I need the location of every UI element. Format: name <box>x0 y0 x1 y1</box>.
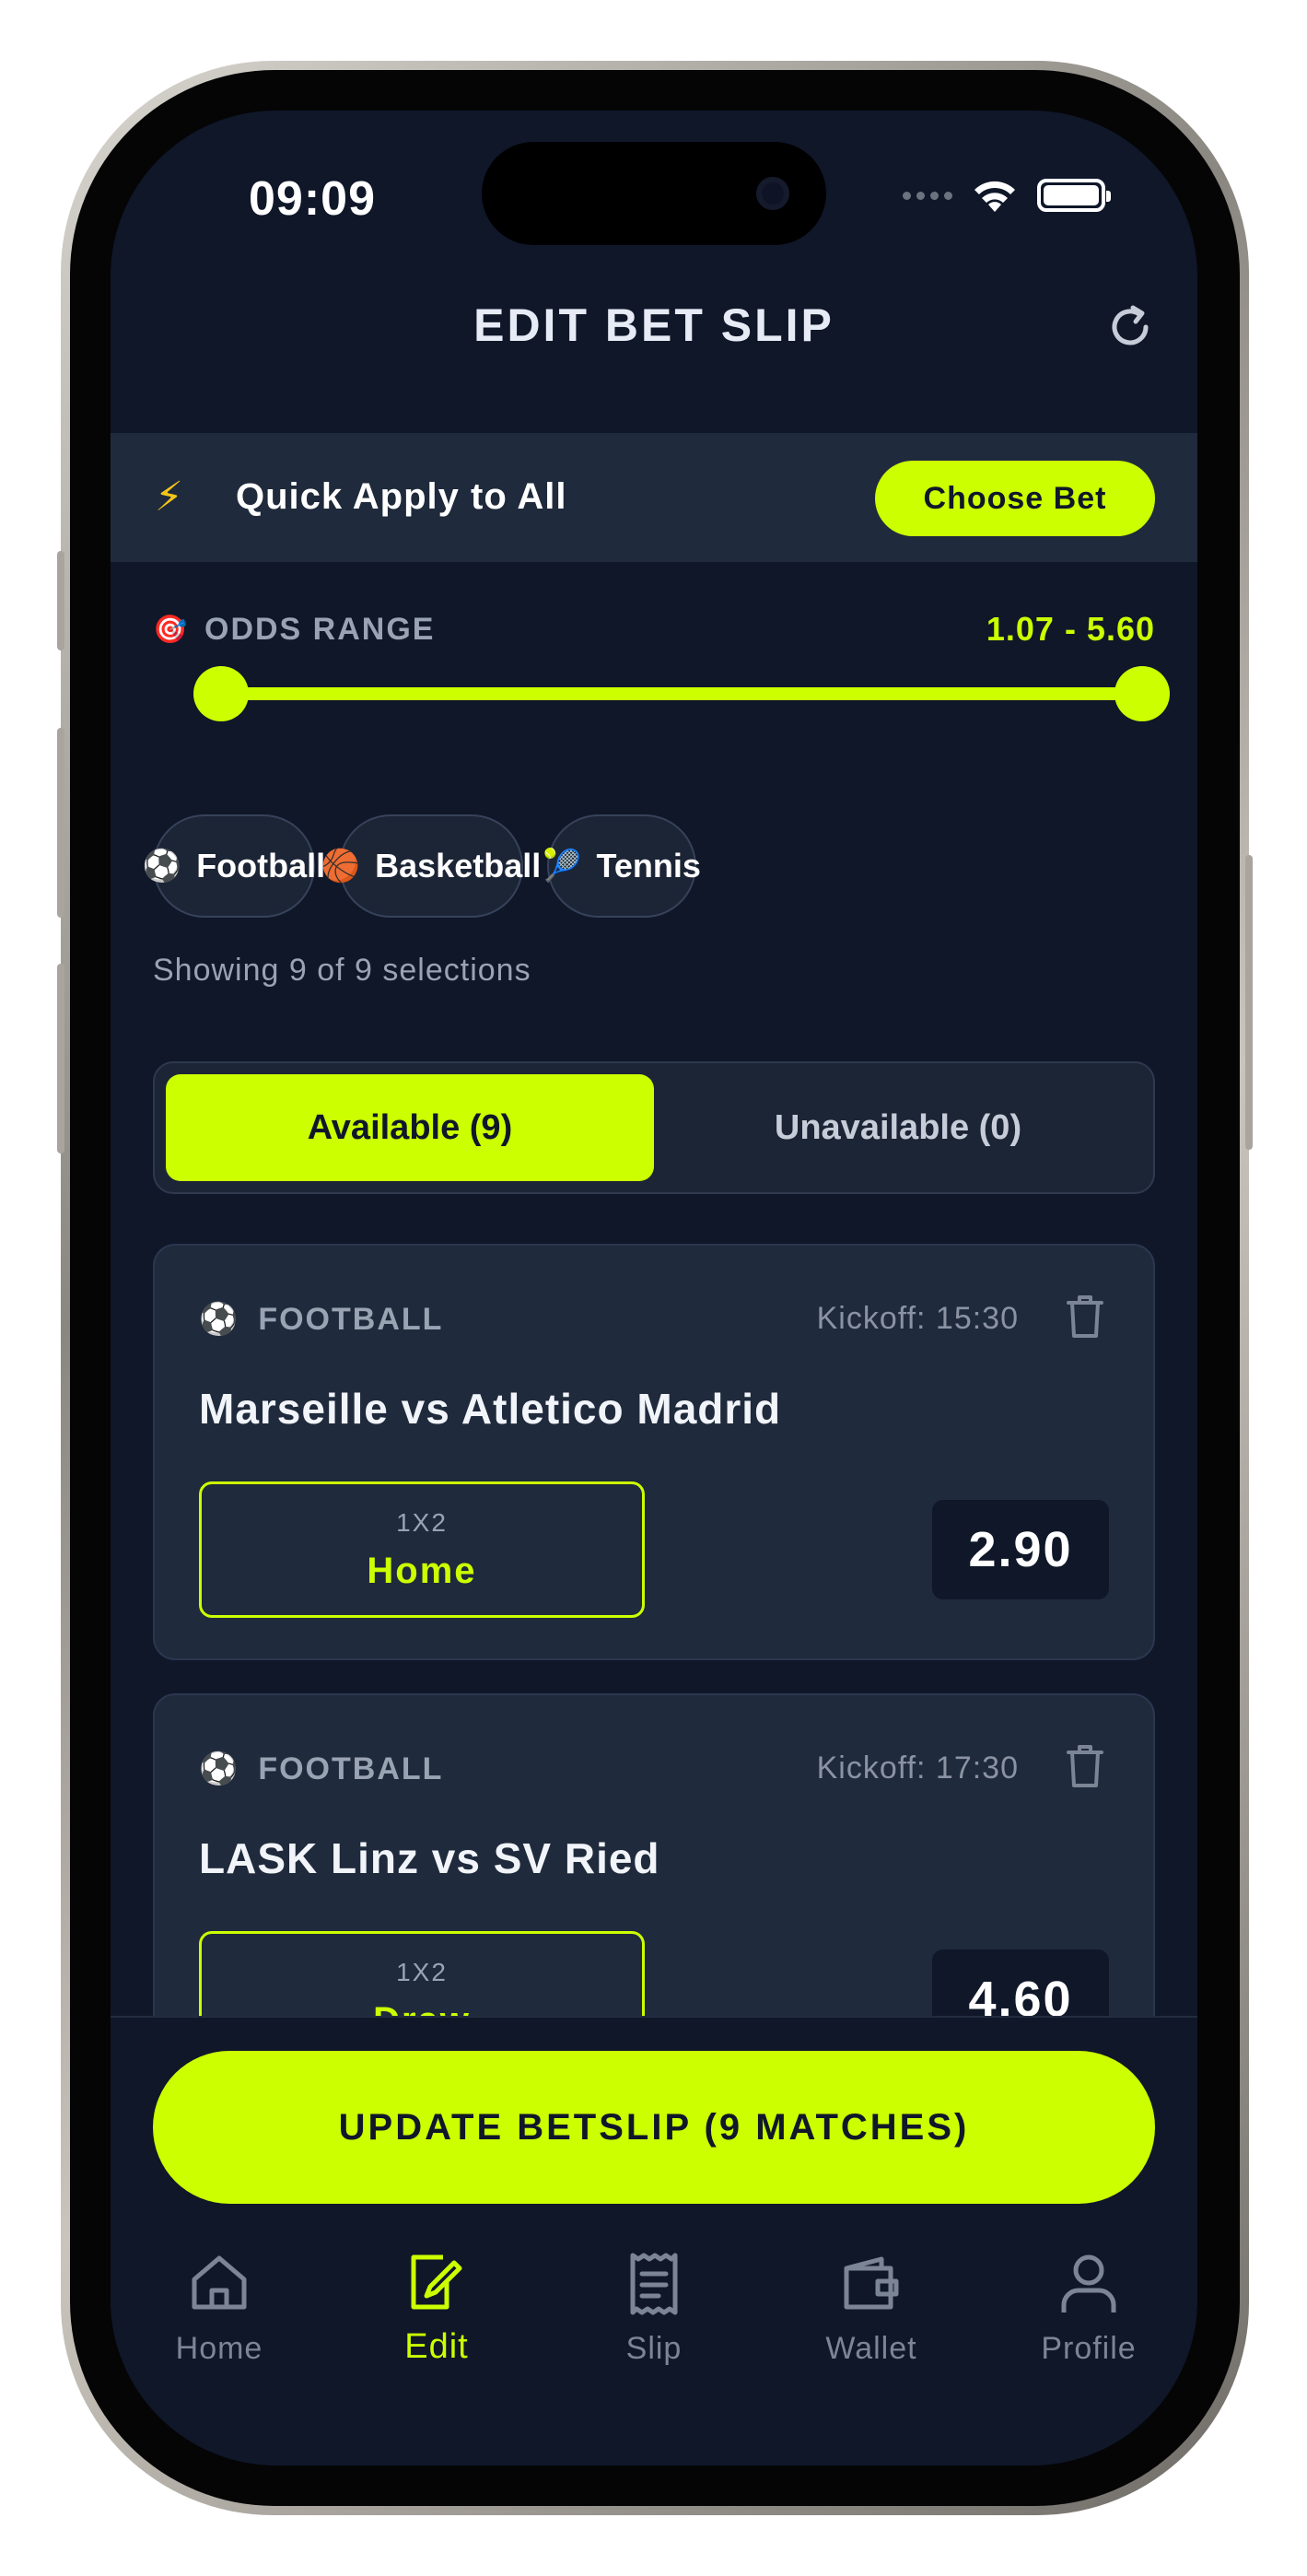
market-pick: Home <box>367 1551 477 1591</box>
tab-unavailable[interactable]: Unavailable (0) <box>654 1074 1142 1181</box>
battery-icon <box>1037 179 1111 212</box>
update-betslip-button[interactable]: UPDATE BETSLIP (9 MATCHES) <box>153 2051 1155 2204</box>
nav-item-slip[interactable]: Slip <box>571 2250 737 2367</box>
filter-label: Basketball <box>375 847 542 884</box>
nav-label: Edit <box>404 2327 469 2366</box>
home-icon <box>192 2255 247 2310</box>
status-time: 09:09 <box>249 172 376 226</box>
dynamic-island <box>482 142 826 245</box>
odds-range-header: 🎯 ODDS RANGE 1.07 - 5.60 <box>153 608 1155 654</box>
camera-icon <box>756 177 789 210</box>
sport-name: FOOTBALL <box>258 1301 444 1337</box>
bottom-nav: Home Edit Slip Wallet Profile <box>111 2250 1197 2397</box>
action-button <box>57 551 64 650</box>
sport-label: ⚽ FOOTBALL <box>199 1751 443 1787</box>
match-teams: LASK Linz vs SV Ried <box>199 1834 660 1882</box>
trash-icon[interactable] <box>1065 1743 1105 1789</box>
volume-down-button <box>57 964 64 1153</box>
page-title: EDIT BET SLIP <box>473 299 834 351</box>
availability-tabs: Available (9) Unavailable (0) <box>153 1061 1155 1194</box>
volume-up-button <box>57 728 64 918</box>
slider-track <box>221 687 1142 700</box>
nav-item-home[interactable]: Home <box>136 2250 302 2367</box>
nav-label: Slip <box>625 2331 683 2366</box>
odds-range-value: 1.07 - 5.60 <box>986 610 1155 648</box>
trash-icon[interactable] <box>1065 1294 1105 1340</box>
status-bar: 09:09 <box>111 111 1197 258</box>
refresh-icon[interactable] <box>1105 302 1155 352</box>
lightning-icon: ⚡ <box>155 474 183 520</box>
bottom-bar: UPDATE BETSLIP (9 MATCHES) Home Edit Sli… <box>111 2016 1197 2465</box>
filter-label: Football <box>196 847 326 884</box>
nav-item-profile[interactable]: Profile <box>1006 2250 1172 2367</box>
nav-label: Profile <box>1041 2331 1137 2366</box>
slider-max-handle[interactable] <box>1114 666 1170 721</box>
market-type: 1X2 <box>396 1958 448 1986</box>
filter-chip-football[interactable]: ⚽ Football <box>143 814 325 918</box>
tennis-icon: 🎾 <box>543 849 582 884</box>
power-button <box>1245 855 1253 1150</box>
slider-min-handle[interactable] <box>193 666 249 721</box>
edit-icon <box>411 2254 462 2310</box>
kickoff-time: Kickoff: 15:30 <box>816 1301 1019 1336</box>
receipt-icon <box>630 2253 678 2315</box>
sport-filters: ⚽ Football 🏀 Basketball 🎾 Tennis <box>143 814 701 918</box>
basketball-icon: 🏀 <box>321 849 361 884</box>
market-selector[interactable]: 1X2 Home <box>199 1481 645 1618</box>
wallet-icon <box>844 2256 899 2310</box>
odds-range-slider[interactable] <box>193 656 1170 730</box>
nav-item-wallet[interactable]: Wallet <box>788 2250 954 2367</box>
nav-item-edit[interactable]: Edit <box>354 2250 519 2367</box>
football-icon: ⚽ <box>142 849 182 884</box>
match-teams: Marseille vs Atletico Madrid <box>199 1385 782 1433</box>
filter-chip-tennis[interactable]: 🎾 Tennis <box>543 814 701 918</box>
market-type: 1X2 <box>396 1508 448 1537</box>
sport-name: FOOTBALL <box>258 1751 444 1786</box>
selection-card: ⚽ FOOTBALL Kickoff: 15:30 Marseille vs A… <box>153 1244 1155 1660</box>
header: EDIT BET SLIP <box>111 267 1197 387</box>
signal-dots-icon <box>903 191 952 200</box>
status-icons <box>903 177 1111 214</box>
tab-available[interactable]: Available (9) <box>166 1074 654 1181</box>
odds-value: 2.90 <box>932 1500 1109 1599</box>
target-icon: 🎯 <box>153 615 188 645</box>
sport-label: ⚽ FOOTBALL <box>199 1301 443 1338</box>
odds-range-label: ODDS RANGE <box>204 612 436 647</box>
football-icon: ⚽ <box>199 1751 240 1786</box>
quick-apply-label: Quick Apply to All <box>236 476 567 517</box>
choose-bet-button[interactable]: Choose Bet <box>875 461 1155 536</box>
kickoff-time: Kickoff: 17:30 <box>816 1751 1019 1786</box>
filter-chip-basketball[interactable]: 🏀 Basketball <box>321 814 541 918</box>
screen: 09:09 EDIT BET SLIP ⚡ Quick Apply to All… <box>111 111 1197 2465</box>
quick-apply-bar: ⚡ Quick Apply to All Choose Bet <box>111 433 1197 562</box>
nav-label: Home <box>175 2331 263 2366</box>
wifi-icon <box>974 181 1015 212</box>
selection-count-text: Showing 9 of 9 selections <box>153 953 531 988</box>
nav-label: Wallet <box>825 2331 917 2366</box>
user-icon <box>1061 2254 1116 2313</box>
football-icon: ⚽ <box>199 1302 240 1337</box>
filter-label: Tennis <box>596 847 701 884</box>
